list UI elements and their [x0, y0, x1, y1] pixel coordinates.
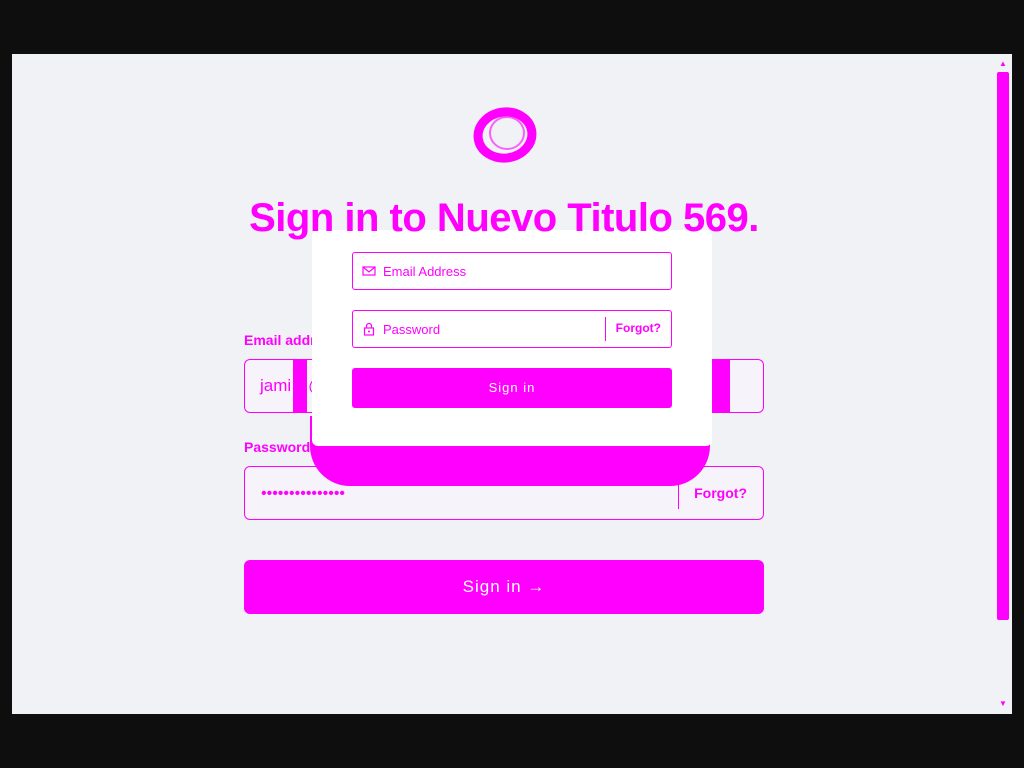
mail-icon: [362, 266, 376, 276]
triangle-up-icon[interactable]: ▲: [997, 58, 1009, 70]
card-edge-left: [293, 359, 307, 413]
page-title: Sign in to Nuevo Titulo 569.: [249, 196, 759, 240]
sign-in-button[interactable]: Sign in →: [244, 560, 764, 614]
password-value: •••••••••••••••: [261, 485, 346, 502]
card-email-placeholder: Email Address: [383, 264, 467, 279]
card-edge-right: [712, 359, 730, 413]
forgot-password-link[interactable]: Forgot?: [694, 485, 747, 501]
page-viewport: Email address jami…@exa Password •••••••…: [12, 54, 1012, 714]
triangle-down-icon[interactable]: ▼: [997, 698, 1009, 710]
card-password-input[interactable]: Password Forgot?: [352, 310, 672, 348]
card-email-input[interactable]: Email Address: [352, 252, 672, 290]
card-password-placeholder: Password: [383, 322, 441, 337]
lock-icon: [363, 322, 375, 336]
sign-in-card: Email Address Password Forgot? Sign in: [312, 230, 712, 446]
scrollbar-thumb[interactable]: [997, 72, 1009, 620]
logo-ring-icon: [473, 107, 537, 163]
field-divider: [605, 317, 606, 341]
password-label: Password: [244, 439, 311, 455]
card-forgot-link[interactable]: Forgot?: [616, 321, 661, 335]
card-sign-in-button[interactable]: Sign in: [352, 368, 672, 408]
